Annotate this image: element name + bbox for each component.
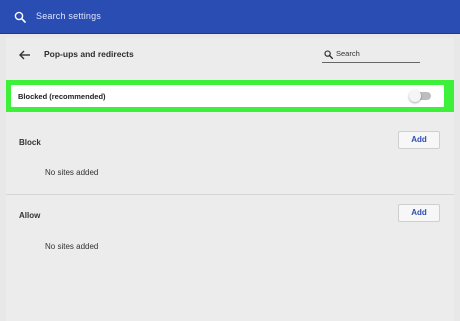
search-placeholder: Search (336, 49, 360, 58)
top-search-bar[interactable]: Search settings (0, 0, 460, 34)
settings-panel: Pop-ups and redirects Search Blocked (re… (6, 38, 454, 321)
page-title: Pop-ups and redirects (44, 49, 134, 59)
allow-add-button[interactable]: Add (398, 204, 440, 222)
blocked-setting-row[interactable]: Blocked (recommended) (11, 85, 444, 107)
toggle-knob (409, 90, 421, 102)
allow-empty-text: No sites added (45, 242, 99, 251)
block-empty-text: No sites added (45, 168, 99, 177)
blocked-label: Blocked (recommended) (18, 92, 106, 101)
search-icon (324, 50, 333, 59)
back-arrow-icon[interactable] (18, 48, 32, 62)
page-header: Pop-ups and redirects Search (6, 38, 454, 74)
highlight-box: Blocked (recommended) (6, 80, 454, 112)
allow-section-label: Allow (19, 211, 41, 220)
block-section-label: Block (19, 138, 41, 147)
section-divider (6, 194, 454, 195)
search-input[interactable]: Search (322, 48, 420, 63)
blocked-toggle[interactable] (409, 90, 431, 102)
search-settings-input[interactable]: Search settings (36, 11, 101, 21)
block-add-button[interactable]: Add (398, 131, 440, 149)
search-icon (14, 11, 26, 23)
